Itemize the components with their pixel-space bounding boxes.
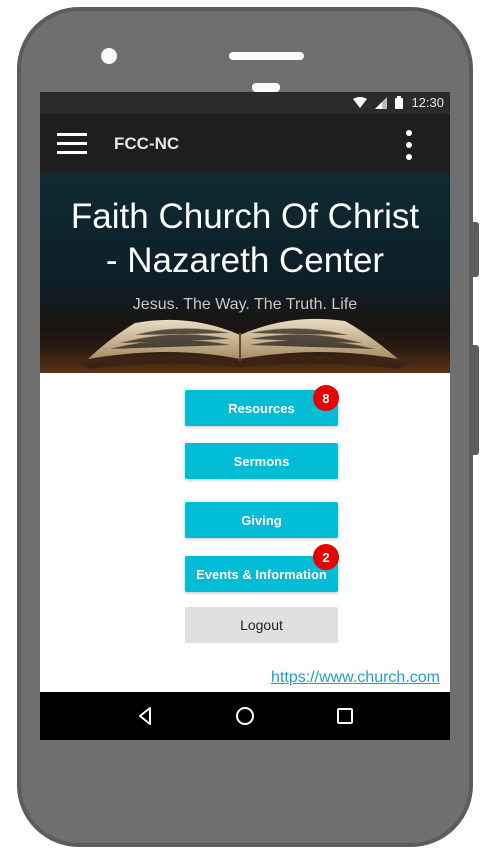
volume-button — [473, 222, 479, 277]
church-name-line-2: - Nazareth Center — [105, 241, 385, 280]
overflow-menu-icon[interactable] — [406, 130, 412, 160]
earpiece-speaker — [229, 52, 304, 60]
phone-screen: 12:30 FCC-NC Faith Church Of Christ - Na… — [40, 92, 450, 740]
menu-content: Resources 8 Sermons Giving Events & Info… — [40, 373, 450, 692]
church-website-link[interactable]: https://www.church.com — [271, 669, 440, 687]
events-badge: 2 — [313, 544, 339, 570]
sermons-button[interactable]: Sermons — [185, 443, 338, 479]
back-icon[interactable] — [134, 705, 156, 727]
app-bar: FCC-NC — [40, 114, 450, 173]
home-icon[interactable] — [234, 705, 256, 727]
hamburger-menu-icon[interactable] — [57, 133, 87, 155]
power-button — [473, 345, 479, 455]
church-name-line-1: Faith Church Of Christ — [70, 197, 420, 236]
battery-icon — [395, 96, 404, 109]
recents-icon[interactable] — [334, 705, 356, 727]
front-camera — [101, 48, 117, 64]
tagline: Jesus. The Way. The Truth. Life — [132, 296, 358, 313]
app-title: FCC-NC — [114, 134, 180, 153]
wifi-icon — [353, 96, 368, 108]
church-name-heading: Faith Church Of Christ - Nazareth Center — [40, 195, 450, 283]
resources-badge: 8 — [313, 385, 339, 411]
status-time: 12:30 — [411, 95, 444, 110]
signal-icon — [375, 96, 388, 109]
status-bar: 12:30 — [40, 92, 450, 114]
proximity-sensor — [252, 83, 280, 92]
navigation-bar — [40, 692, 450, 740]
giving-button[interactable]: Giving — [185, 502, 338, 538]
hero-banner: Faith Church Of Christ - Nazareth Center… — [40, 173, 450, 373]
logout-button[interactable]: Logout — [185, 607, 338, 643]
